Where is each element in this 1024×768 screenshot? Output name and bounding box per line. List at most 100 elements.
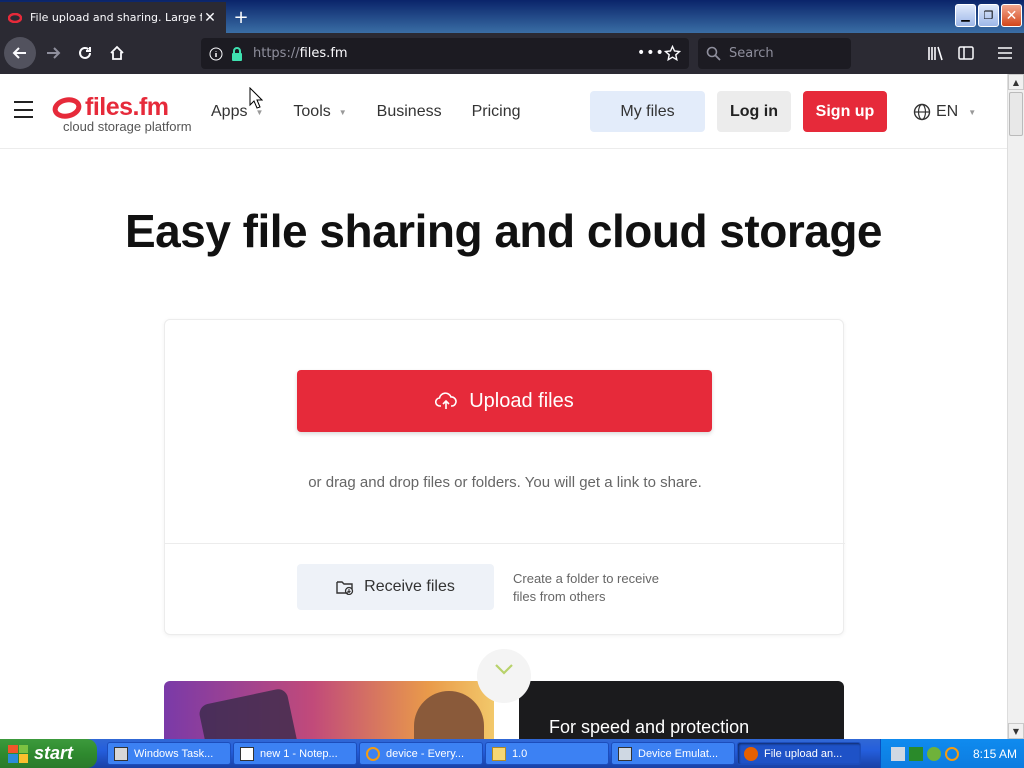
nav-pricing-label: Pricing [471, 103, 521, 120]
device-emulator-icon [618, 746, 632, 761]
start-button[interactable]: start [0, 739, 97, 768]
task-device-emulator[interactable]: Device Emulat... [611, 742, 735, 765]
task-label: Windows Task... [134, 747, 214, 760]
page-actions-icon[interactable]: ••• [637, 45, 665, 61]
browser-tab-title: File upload and sharing. Large file [30, 11, 202, 24]
windows-logo-icon [8, 744, 28, 763]
page-title: Easy file sharing and cloud storage [124, 205, 883, 257]
site-menu-icon[interactable] [14, 101, 33, 118]
promo-card-speed[interactable]: For speed and protection [519, 681, 844, 739]
scrollbar-thumb[interactable] [1009, 92, 1023, 136]
nav-tools-label: Tools [293, 103, 331, 120]
scroll-down-button[interactable] [477, 649, 531, 703]
bookmark-star-icon[interactable] [664, 45, 681, 62]
arrow-left-icon [12, 47, 26, 59]
sidebar-button[interactable] [950, 37, 982, 69]
scroll-down-arrow-icon[interactable]: ▼ [1008, 723, 1024, 739]
close-window-button[interactable]: ✕ [1001, 4, 1022, 27]
site-favicon-icon [8, 12, 22, 23]
new-tab-button[interactable]: + [230, 6, 252, 28]
upload-files-button[interactable]: Upload files [297, 370, 712, 432]
notepad-icon [240, 746, 254, 761]
minimize-button[interactable]: ▁ [955, 4, 976, 27]
clock: 8:15 AM [973, 746, 1018, 761]
url-protocol: https:// [253, 46, 300, 61]
promo-card-unlimited[interactable] [164, 681, 494, 739]
search-bar[interactable]: Search [698, 38, 851, 69]
restore-button[interactable]: ❐ [978, 4, 999, 27]
task-label: Device Emulat... [638, 747, 719, 760]
log-in-button[interactable]: Log in [717, 91, 791, 132]
start-label: start [34, 743, 74, 763]
web-page: files.fm cloud storage platform Apps ▼ To… [0, 74, 1007, 739]
cloud-upload-icon [435, 392, 458, 409]
library-icon [927, 46, 943, 60]
reload-button[interactable] [69, 37, 101, 69]
security-icon[interactable] [927, 746, 941, 761]
system-tray: 8:15 AM [880, 739, 1024, 768]
chevron-down-icon: ▼ [338, 107, 347, 117]
browser-toolbar: https://files.fm ••• Search [0, 33, 1024, 74]
nav-pricing[interactable]: Pricing [472, 103, 521, 121]
receive-files-description: Create a folder to receive files from ot… [513, 571, 659, 604]
arrow-right-icon [47, 47, 61, 59]
task-firefox[interactable]: File upload an... [737, 742, 861, 765]
site-header: files.fm cloud storage platform Apps ▼ To… [0, 74, 1007, 149]
drag-drop-hint: or drag and drop files or folders. You w… [308, 474, 702, 491]
search-icon [706, 46, 721, 61]
folder-receive-icon [336, 581, 354, 595]
firefox-icon [744, 746, 758, 761]
logo-tagline: cloud storage platform [63, 119, 192, 134]
sign-up-button[interactable]: Sign up [803, 91, 887, 132]
promo-image-person [414, 691, 484, 739]
task-windows-task-manager[interactable]: Windows Task... [107, 742, 231, 765]
status-icon[interactable] [909, 746, 923, 761]
nav-business[interactable]: Business [377, 103, 442, 121]
task-label: device - Every... [386, 747, 465, 760]
card-divider [165, 543, 845, 544]
task-label: 1.0 [512, 747, 528, 760]
logo-text: files.fm [85, 93, 169, 121]
task-folder[interactable]: 1.0 [485, 742, 609, 765]
address-bar[interactable]: https://files.fm ••• [201, 38, 689, 69]
language-label: EN [936, 103, 959, 120]
url-host: files.fm [299, 46, 348, 61]
nav-business-label: Business [376, 103, 442, 120]
menu-button[interactable] [989, 37, 1021, 69]
search-magnifier-icon [366, 746, 380, 761]
nav-apps-label: Apps [211, 103, 248, 120]
chevron-down-icon [495, 664, 513, 675]
forward-button[interactable] [37, 37, 69, 69]
network-icon[interactable] [891, 746, 905, 761]
search-placeholder: Search [729, 46, 774, 61]
taskbar-tasks: Windows Task... new 1 - Notep... device … [107, 742, 863, 765]
library-button[interactable] [919, 37, 951, 69]
home-button[interactable] [101, 37, 133, 69]
windows-taskbar: start Windows Task... new 1 - Notep... d… [0, 739, 1024, 768]
promo-speed-title: For speed and protection [549, 717, 750, 737]
back-button[interactable] [4, 37, 36, 69]
tab-close-icon[interactable]: ✕ [202, 10, 218, 26]
tab-strip: File upload and sharing. Large file ✕ + … [0, 0, 1024, 33]
task-everything[interactable]: device - Every... [359, 742, 483, 765]
scroll-up-arrow-icon[interactable]: ▲ [1008, 74, 1024, 90]
sidebar-icon [958, 46, 974, 60]
task-notepad[interactable]: new 1 - Notep... [233, 742, 357, 765]
nav-tools[interactable]: Tools ▼ [293, 103, 346, 121]
upload-card: Upload files or drag and drop files or f… [164, 319, 845, 635]
receive-files-label: Receive files [364, 578, 455, 595]
receive-files-button[interactable]: Receive files [297, 564, 494, 610]
my-files-button[interactable]: My files [590, 91, 705, 132]
info-icon[interactable] [209, 47, 223, 61]
browser-tab-active[interactable]: File upload and sharing. Large file ✕ [0, 2, 226, 33]
mouse-cursor-icon [249, 87, 263, 109]
vertical-scrollbar[interactable]: ▲ ▼ [1007, 74, 1024, 739]
language-selector[interactable]: EN ▼ [913, 103, 976, 121]
task-label: File upload an... [764, 747, 843, 760]
search-tray-icon[interactable] [945, 746, 959, 761]
lock-icon [232, 46, 242, 61]
reload-icon [79, 46, 91, 59]
site-logo[interactable]: files.fm cloud storage platform [52, 93, 192, 134]
chevron-down-icon: ▼ [968, 107, 977, 117]
logo-ring-icon [52, 96, 82, 119]
